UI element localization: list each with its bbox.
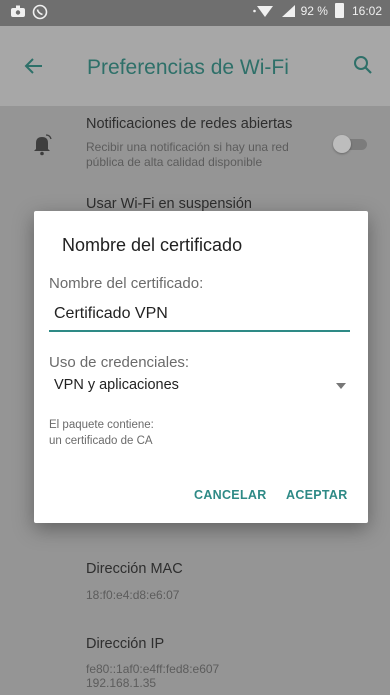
ip-address-title: Dirección IP bbox=[86, 636, 165, 652]
clock: 16:02 bbox=[351, 3, 382, 18]
certificate-name-dialog: Nombre del certificado Nombre del certif… bbox=[34, 211, 368, 523]
certificate-name-label: Nombre del certificado: bbox=[49, 275, 204, 292]
back-arrow-icon[interactable] bbox=[22, 54, 46, 78]
credential-usage-value: VPN y aplicaciones bbox=[54, 377, 179, 393]
whatsapp-icon bbox=[32, 4, 48, 20]
ip-address-value-1: fe80::1af0:e4ff:fed8:e607 bbox=[86, 662, 220, 676]
cancel-button[interactable]: CANCELAR bbox=[194, 488, 267, 502]
package-contents-note: El paquete contiene: un certificado de C… bbox=[49, 417, 154, 449]
battery-percent: 92 % bbox=[300, 3, 328, 18]
status-bar: 92 % 16:02 bbox=[0, 0, 390, 26]
open-networks-desc-1: Recibir una notificación si hay una red bbox=[86, 140, 289, 154]
open-networks-desc-2: pública de alta calidad disponible bbox=[86, 155, 263, 169]
signal-icon bbox=[281, 4, 295, 17]
cast-icon bbox=[11, 5, 25, 17]
sleep-wifi-title[interactable]: Usar Wi-Fi en suspensión bbox=[86, 196, 252, 212]
accept-button[interactable]: ACEPTAR bbox=[286, 488, 348, 502]
credential-usage-label: Uso de credenciales: bbox=[49, 354, 190, 371]
package-contents-line-2: un certificado de CA bbox=[49, 435, 153, 447]
open-networks-toggle[interactable] bbox=[333, 135, 369, 153]
credential-usage-select[interactable]: VPN y aplicaciones bbox=[49, 373, 350, 399]
dialog-title: Nombre del certificado bbox=[62, 235, 243, 255]
wifi-icon bbox=[252, 5, 273, 17]
ip-address-value-2: 192.168.1.35 bbox=[86, 676, 157, 690]
open-networks-title[interactable]: Notificaciones de redes abiertas bbox=[86, 116, 292, 132]
notification-wifi-icon bbox=[34, 134, 52, 156]
search-icon[interactable] bbox=[352, 54, 374, 76]
package-contents-line-1: El paquete contiene: bbox=[49, 419, 154, 431]
dropdown-arrow-icon bbox=[336, 383, 346, 389]
page-title: Preferencias de Wi-Fi bbox=[87, 56, 289, 79]
mac-address-title: Dirección MAC bbox=[86, 561, 183, 577]
mac-address-value: 18:f0:e4:d8:e6:07 bbox=[86, 588, 180, 602]
certificate-name-input[interactable] bbox=[49, 298, 350, 332]
battery-icon bbox=[334, 3, 344, 18]
app-bar: Preferencias de Wi-Fi bbox=[0, 26, 390, 106]
